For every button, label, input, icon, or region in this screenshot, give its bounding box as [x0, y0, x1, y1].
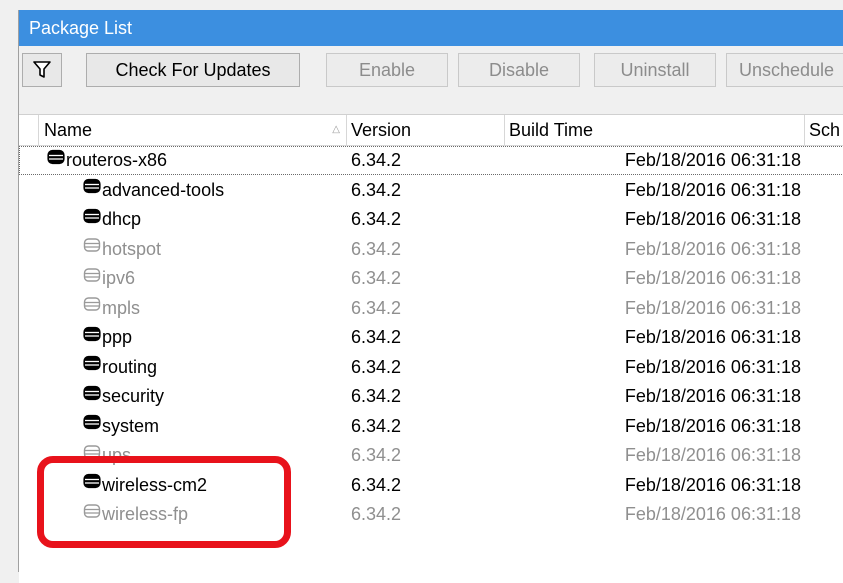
cell-build-time: Feb/18/2016 06:31:18 [624, 179, 801, 200]
column-header-scheduled[interactable]: Sch [805, 115, 843, 145]
header-gutter [19, 115, 39, 145]
enable-button[interactable]: Enable [326, 53, 448, 87]
table-row[interactable]: routeros-x86 6.34.2 Feb/18/2016 06:31:18 [19, 146, 843, 175]
package-icon [83, 353, 101, 381]
cell-version: 6.34.2 [351, 327, 402, 347]
package-icon [83, 235, 101, 263]
cell-version: 6.34.2 [351, 445, 402, 465]
cell-version: 6.34.2 [351, 474, 402, 495]
cell-build-time: Feb/18/2016 06:31:18 [624, 356, 801, 377]
cell-name: ipv6 [83, 264, 347, 293]
package-icon [83, 205, 101, 233]
package-name: routeros-x86 [66, 150, 168, 170]
package-name: ipv6 [102, 268, 136, 288]
window-title: Package List [19, 10, 843, 46]
cell-build-time: Feb/18/2016 06:31:18 [624, 445, 801, 465]
cell-version: 6.34.2 [351, 356, 402, 377]
filter-funnel-icon [33, 61, 51, 78]
package-name: routing [102, 356, 158, 377]
highlight-annotation [37, 456, 291, 548]
cell-version: 6.34.2 [351, 238, 402, 259]
cell-name: ppp [83, 323, 347, 352]
package-icon [83, 264, 101, 292]
table-row[interactable]: mpls 6.34.2 Feb/18/2016 06:31:18 [19, 294, 843, 323]
check-for-updates-button[interactable]: Check For Updates [86, 53, 300, 87]
cell-build-time: Feb/18/2016 06:31:18 [624, 268, 801, 288]
package-icon [83, 294, 101, 322]
package-name: hotspot [102, 238, 162, 259]
table-row[interactable]: advanced-tools 6.34.2 Feb/18/2016 06:31:18 [19, 176, 843, 205]
package-name: advanced-tools [102, 179, 225, 200]
package-icon [83, 176, 101, 204]
column-header-name[interactable]: Name △ [40, 115, 347, 145]
cell-name: advanced-tools [83, 176, 347, 205]
package-name: system [102, 415, 160, 436]
cell-name: dhcp [83, 205, 347, 234]
cell-build-time: Feb/18/2016 06:31:18 [624, 474, 801, 495]
package-name: ppp [102, 327, 133, 347]
cell-version: 6.34.2 [351, 179, 402, 200]
cell-version: 6.34.2 [351, 150, 402, 170]
cell-build-time: Feb/18/2016 06:31:18 [624, 386, 801, 406]
cell-name: mpls [83, 294, 347, 323]
cell-name: routing [83, 353, 347, 382]
table-row[interactable]: dhcp 6.34.2 Feb/18/2016 06:31:18 [19, 205, 843, 234]
table-row[interactable]: hotspot 6.34.2 Feb/18/2016 06:31:18 [19, 235, 843, 264]
column-header-name-label: Name [44, 120, 93, 140]
cell-build-time: Feb/18/2016 06:31:18 [624, 327, 801, 347]
cell-version: 6.34.2 [351, 209, 402, 229]
cell-build-time: Feb/18/2016 06:31:18 [624, 238, 801, 259]
cell-build-time: Feb/18/2016 06:31:18 [624, 297, 801, 318]
table-row[interactable]: system 6.34.2 Feb/18/2016 06:31:18 [19, 412, 843, 441]
cell-build-time: Feb/18/2016 06:31:18 [624, 150, 801, 170]
filter-button[interactable] [22, 53, 62, 87]
package-icon [83, 412, 101, 440]
toolbar: Check For Updates Enable Disable Uninsta… [19, 46, 843, 94]
cell-build-time: Feb/18/2016 06:31:18 [624, 504, 801, 524]
disable-button[interactable]: Disable [458, 53, 580, 87]
table-row[interactable]: security 6.34.2 Feb/18/2016 06:31:18 [19, 382, 843, 411]
sort-ascending-icon: △ [332, 124, 340, 135]
package-name: dhcp [102, 209, 142, 229]
cell-version: 6.34.2 [351, 415, 402, 436]
cell-name: hotspot [83, 235, 347, 264]
cell-version: 6.34.2 [351, 504, 402, 524]
table-row[interactable]: ppp 6.34.2 Feb/18/2016 06:31:18 [19, 323, 843, 352]
table-header: Name △ Version Build Time Sch [19, 115, 843, 146]
cell-version: 6.34.2 [351, 386, 402, 406]
cell-version: 6.34.2 [351, 297, 402, 318]
cell-version: 6.34.2 [351, 268, 402, 288]
package-icon [83, 323, 101, 351]
package-icon [47, 146, 65, 174]
package-name: security [102, 386, 165, 406]
unschedule-button[interactable]: Unschedule [726, 53, 843, 87]
table-row[interactable]: ipv6 6.34.2 Feb/18/2016 06:31:18 [19, 264, 843, 293]
package-list-window: Package List Check For Updates Enable Di… [18, 10, 843, 583]
uninstall-button[interactable]: Uninstall [594, 53, 716, 87]
cell-name: system [83, 412, 347, 441]
cell-name: routeros-x86 [47, 146, 347, 175]
package-icon [83, 382, 101, 410]
column-header-version[interactable]: Version [347, 115, 505, 145]
column-header-build-time[interactable]: Build Time [505, 115, 805, 145]
cell-build-time: Feb/18/2016 06:31:18 [624, 209, 801, 229]
table-row[interactable]: routing 6.34.2 Feb/18/2016 06:31:18 [19, 353, 843, 382]
cell-name: security [83, 382, 347, 411]
cell-build-time: Feb/18/2016 06:31:18 [624, 415, 801, 436]
package-name: mpls [102, 297, 141, 318]
